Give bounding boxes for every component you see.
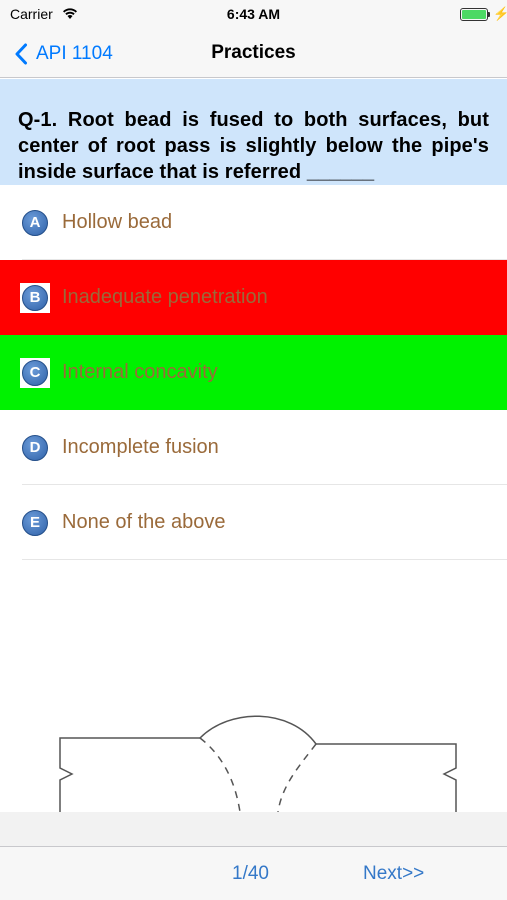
option-b[interactable]: B Inadequate penetration	[0, 260, 507, 335]
option-a-label: Hollow bead	[62, 211, 173, 233]
question-panel: Q-1. Root bead is fused to both surfaces…	[0, 79, 507, 185]
option-d-badge-wrap: D	[20, 433, 50, 463]
option-c[interactable]: C Internal concavity	[0, 335, 507, 410]
status-time: 6:43 AM	[226, 6, 281, 22]
page-counter: 1/40	[232, 863, 269, 884]
option-b-badge-wrap: B	[20, 282, 50, 313]
option-d-letter-icon: D	[22, 434, 48, 461]
option-e-label: None of the above	[62, 511, 226, 533]
back-button[interactable]: API 1104	[14, 40, 113, 68]
option-d-label: Incomplete fusion	[62, 436, 219, 458]
option-b-label: Inadequate penetration	[62, 286, 268, 308]
option-a-letter-icon: A	[22, 209, 48, 236]
next-button[interactable]: Next>>	[363, 863, 424, 885]
battery-icon	[460, 8, 488, 21]
option-c-label: Internal concavity	[62, 361, 218, 383]
chevron-left-icon	[15, 43, 27, 65]
status-bar: Carrier 6:43 AM ⚡	[0, 0, 507, 30]
option-c-letter-icon: C	[22, 359, 48, 386]
option-a-badge-wrap: A	[20, 208, 50, 238]
option-e-letter-icon: E	[22, 509, 48, 536]
option-b-letter-icon: B	[22, 284, 48, 311]
option-c-badge-wrap: C	[20, 357, 50, 388]
option-e-badge-wrap: E	[20, 508, 50, 538]
bottom-toolbar: 1/40 Next>>	[0, 846, 507, 900]
option-d[interactable]: D Incomplete fusion	[0, 410, 507, 485]
navigation-bar: API 1104 Practices	[0, 30, 507, 78]
option-a[interactable]: A Hollow bead	[0, 185, 507, 260]
battery-nub	[488, 12, 490, 17]
option-e[interactable]: E None of the above	[0, 485, 507, 560]
question-text: Q-1. Root bead is fused to both surfaces…	[18, 109, 489, 183]
weld-joint-diagram	[59, 715, 457, 812]
answer-options-list: A Hollow bead B Inadequate penetration C…	[0, 185, 507, 560]
charging-bolt-icon: ⚡	[493, 6, 507, 21]
back-label: API 1104	[36, 43, 113, 64]
footer-strip	[0, 812, 507, 846]
